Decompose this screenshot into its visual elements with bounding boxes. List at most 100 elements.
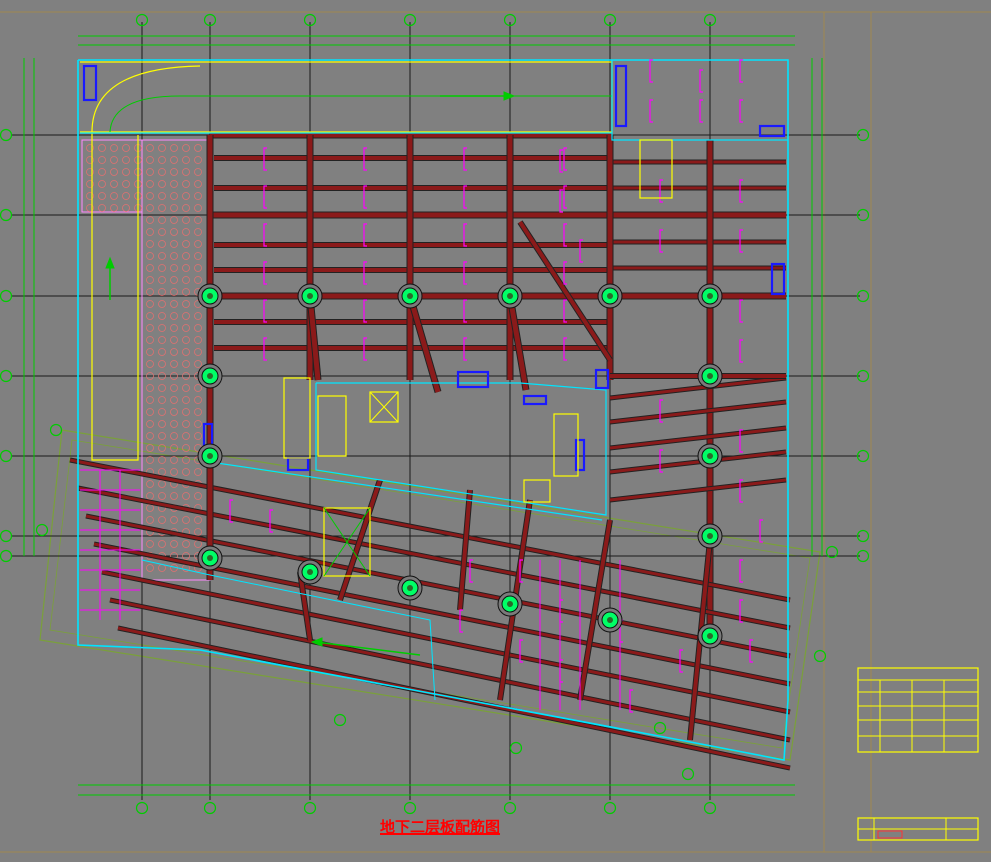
column-core: [707, 533, 713, 539]
beam: [77, 486, 791, 630]
hatch-circle: [170, 492, 178, 500]
column-core: [407, 293, 413, 299]
title-block: [857, 667, 979, 841]
cad-canvas: 地下二层板配筋图: [0, 0, 991, 858]
opening: [82, 64, 98, 102]
hatch-circle: [170, 384, 178, 392]
hatch-circle: [158, 408, 166, 416]
hatch-circle: [194, 144, 202, 152]
beam: [85, 514, 791, 658]
beam: [609, 400, 787, 424]
hatch-circle: [158, 324, 166, 332]
hatch-circle: [194, 492, 202, 500]
hatch-circle: [182, 168, 190, 176]
shaft: [317, 395, 347, 457]
hatch-circle: [182, 408, 190, 416]
hatch-circle: [146, 348, 154, 356]
beams: [69, 131, 791, 771]
hatch-circle: [122, 192, 130, 200]
hatch-circle: [194, 336, 202, 344]
rebar-mark: [463, 299, 467, 323]
column-core: [207, 453, 213, 459]
hatch-circle: [170, 420, 178, 428]
hatch-circle: [170, 456, 178, 464]
hatch-circle: [170, 168, 178, 176]
hatch-circle: [182, 348, 190, 356]
hatch-circle: [158, 420, 166, 428]
hatch-circle: [158, 516, 166, 524]
hatch-circle: [98, 180, 106, 188]
rebar-mark: [739, 559, 743, 583]
hatch-circle: [170, 348, 178, 356]
shaft: [523, 479, 551, 503]
hatch-circle: [170, 312, 178, 320]
rebar-mark: [739, 179, 743, 203]
hatch-circle: [158, 216, 166, 224]
axis-bubble-icon: [603, 801, 617, 815]
opening: [614, 64, 628, 128]
hatch-circle: [182, 144, 190, 152]
axis-bubble-icon: [35, 523, 49, 537]
hatch-circle: [146, 432, 154, 440]
hatch-circle: [170, 228, 178, 236]
beam: [101, 570, 791, 714]
axis-bubble-icon: [0, 208, 13, 222]
hatch-circle: [170, 156, 178, 164]
rebar-mark: [739, 99, 743, 123]
axis-bubble-icon: [681, 767, 695, 781]
hatch-circle: [170, 360, 178, 368]
hatch-circle: [98, 168, 106, 176]
hatch-circle: [194, 432, 202, 440]
hatch-circle: [182, 252, 190, 260]
arrow-icon: [105, 256, 115, 269]
hatch-circle: [170, 276, 178, 284]
hatch-circle: [182, 300, 190, 308]
hatch-circle: [98, 144, 106, 152]
axis-bubble-icon: [49, 423, 63, 437]
hatch-circle: [182, 432, 190, 440]
hatch-circle: [182, 204, 190, 212]
hatch-circle: [182, 240, 190, 248]
hatch-circle: [158, 300, 166, 308]
hatch-circle: [110, 168, 118, 176]
rebar-mark: [699, 69, 703, 93]
rebar-mark: [739, 299, 743, 323]
walls: [77, 59, 789, 761]
rebar-mark: [699, 99, 703, 123]
hatch-circle: [146, 564, 154, 572]
hatch-circle: [146, 216, 154, 224]
hatch-circle: [158, 432, 166, 440]
axis-bubble-icon: [0, 529, 13, 543]
hatch-circle: [146, 228, 154, 236]
hatch-circle: [194, 324, 202, 332]
hatch-circle: [146, 396, 154, 404]
hatch-circle: [182, 396, 190, 404]
hatch-circle: [182, 192, 190, 200]
hatch-circle: [182, 456, 190, 464]
rebar-mark: [563, 299, 567, 323]
hatch-circle: [158, 360, 166, 368]
hatch-circle: [182, 228, 190, 236]
rebar-mark: [649, 59, 653, 83]
rebar-mark: [559, 189, 563, 213]
column-core: [407, 585, 413, 591]
column-core: [707, 293, 713, 299]
hatch-circle: [182, 324, 190, 332]
hatch-circle: [194, 468, 202, 476]
column-core: [707, 373, 713, 379]
hatch-circle: [146, 276, 154, 284]
hatch-circle: [146, 144, 154, 152]
column-core: [607, 293, 613, 299]
column-core: [507, 601, 513, 607]
outer-wall: [77, 59, 789, 761]
rebar-mark: [263, 299, 267, 323]
axis-bubble-icon: [403, 801, 417, 815]
beam: [407, 295, 441, 393]
opening: [574, 438, 586, 472]
hatch-circle: [146, 456, 154, 464]
hatch-circle: [170, 216, 178, 224]
axis-bubble-icon: [703, 801, 717, 815]
hatch-circle: [170, 300, 178, 308]
hatch-circle: [194, 408, 202, 416]
column-core: [307, 293, 313, 299]
